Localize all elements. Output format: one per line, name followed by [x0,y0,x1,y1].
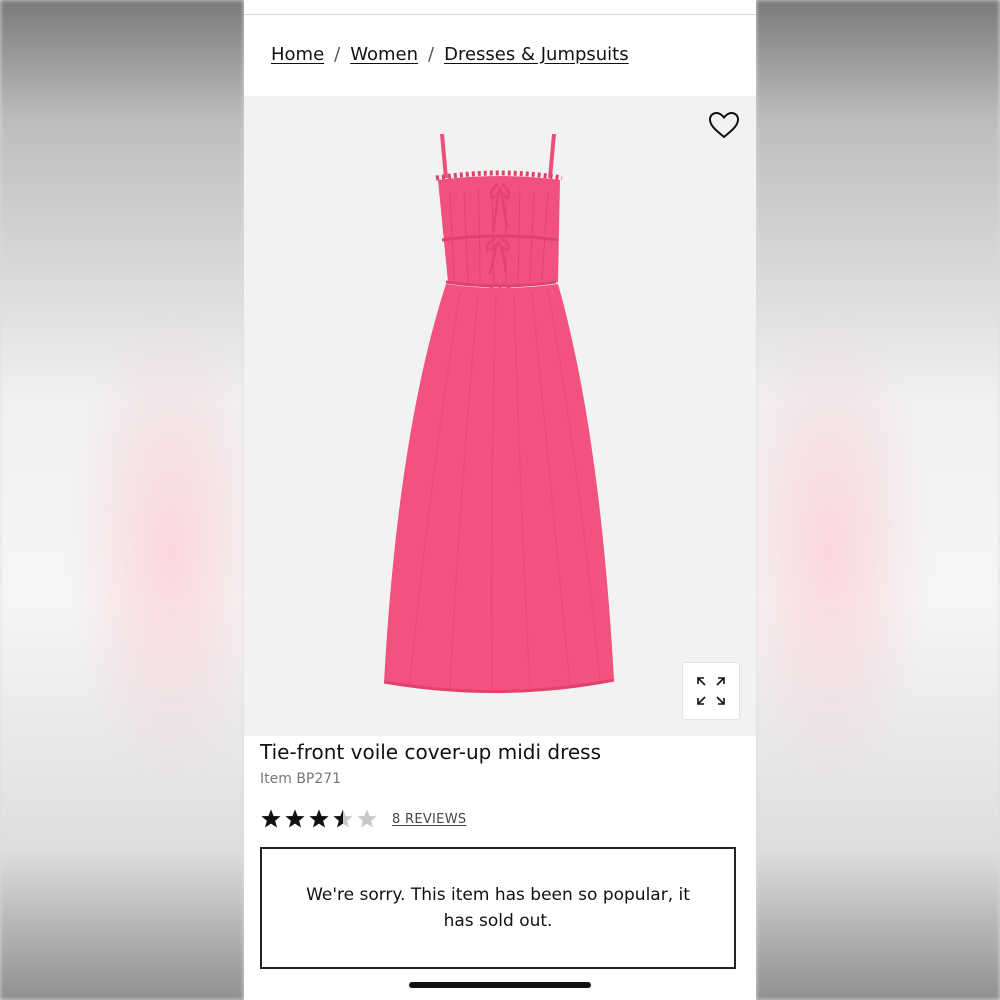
wishlist-button[interactable] [707,110,741,140]
breadcrumb-separator: / [428,44,435,65]
home-indicator [409,982,591,988]
star-icon [357,809,377,828]
rating-stars [260,808,380,830]
star-icon [309,809,329,828]
star-icon [261,809,281,828]
expand-icon [697,677,725,705]
breadcrumb: Home / Women / Dresses & Jumpsuits [271,44,629,65]
sold-out-notice: We're sorry. This item has been so popul… [260,847,736,969]
product-page: Home / Women / Dresses & Jumpsuits Tie-f… [244,0,756,1000]
background-blur-right [756,0,1000,1000]
breadcrumb-dresses-jumpsuits[interactable]: Dresses & Jumpsuits [444,44,629,65]
background-blur-left [0,0,244,1000]
product-image [383,134,615,693]
heart-icon [708,111,740,139]
item-number: Item BP271 [260,771,342,787]
reviews-link[interactable]: 8 REVIEWS [392,812,466,827]
product-title: Tie-front voile cover-up midi dress [260,740,601,764]
sold-out-message: We're sorry. This item has been so popul… [306,885,690,931]
star-icon [285,809,305,828]
star-icon [333,809,353,828]
breadcrumb-home[interactable]: Home [271,44,324,65]
product-image-gallery[interactable] [244,96,756,736]
header-divider [244,14,756,15]
breadcrumb-separator: / [334,44,341,65]
expand-image-button[interactable] [682,662,740,720]
breadcrumb-women[interactable]: Women [350,44,418,65]
product-rating: 8 REVIEWS [260,808,466,830]
